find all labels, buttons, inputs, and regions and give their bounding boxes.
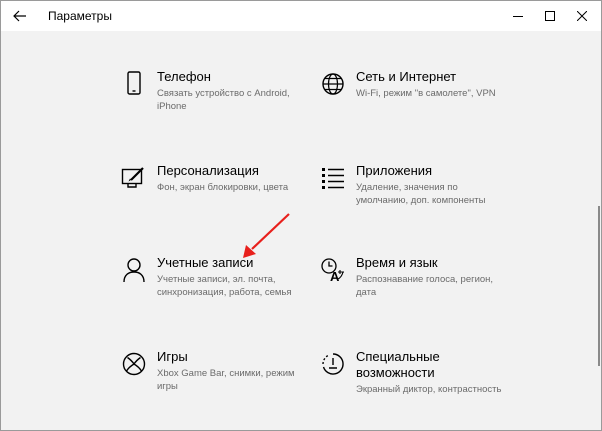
apps-list-icon xyxy=(318,163,348,193)
tile-network[interactable]: Сеть и Интернет Wi-Fi, режим "в самолете… xyxy=(318,69,518,119)
window-title: Параметры xyxy=(48,9,112,23)
tile-description: Учетные записи, эл. почта, синхронизация… xyxy=(157,274,292,298)
tile-apps[interactable]: Приложения Удаление, значения по умолчан… xyxy=(318,163,518,213)
tile-title: Приложения xyxy=(356,163,433,178)
phone-icon xyxy=(119,69,149,99)
tile-description: Связать устройство с Android, iPhone xyxy=(157,88,290,112)
globe-icon xyxy=(318,69,348,99)
title-bar: Параметры xyxy=(1,1,601,31)
tile-description: Экранный диктор, контрастность xyxy=(356,384,502,395)
maximize-button[interactable] xyxy=(535,1,565,31)
tile-accounts[interactable]: Учетные записи Учетные записи, эл. почта… xyxy=(119,255,319,305)
tile-title: Время и язык xyxy=(356,255,438,270)
accessibility-icon xyxy=(318,349,348,379)
arrow-left-icon xyxy=(13,10,27,22)
tile-title: Учетные записи xyxy=(157,255,254,270)
tile-title: Персонализация xyxy=(157,163,259,178)
time-language-icon: A xyxy=(318,255,348,285)
personalization-icon xyxy=(119,163,149,193)
tile-personalization[interactable]: Персонализация Фон, экран блокировки, цв… xyxy=(119,163,319,203)
tile-description: Wi-Fi, режим "в самолете", VPN xyxy=(356,88,496,99)
settings-content: Телефон Связать устройство с Android, iP… xyxy=(1,31,601,430)
tile-title: Телефон xyxy=(157,69,211,84)
xbox-icon xyxy=(119,349,149,379)
tile-title: Сеть и Интернет xyxy=(356,69,457,84)
person-icon xyxy=(119,255,149,285)
minimize-button[interactable] xyxy=(503,1,533,31)
tile-description: Фон, экран блокировки, цвета xyxy=(157,182,289,193)
svg-text:A: A xyxy=(330,269,340,283)
tile-description: Распознавание голоса, регион, дата xyxy=(356,274,494,298)
tile-title: Специальные возможности xyxy=(356,349,440,380)
maximize-icon xyxy=(545,11,555,21)
tile-description: Удаление, значения по умолчанию, доп. ко… xyxy=(356,182,486,206)
tile-accessibility[interactable]: Специальные возможности Экранный диктор,… xyxy=(318,349,518,409)
minimize-icon xyxy=(513,11,523,21)
tile-time-language[interactable]: A Время и язык Распознавание голоса, рег… xyxy=(318,255,518,298)
close-button[interactable] xyxy=(567,1,597,31)
tile-gaming[interactable]: Игры Xbox Game Bar, снимки, режим игры xyxy=(119,349,319,399)
close-icon xyxy=(577,11,587,21)
tile-description: Xbox Game Bar, снимки, режим игры xyxy=(157,368,295,392)
tile-title: Игры xyxy=(157,349,188,364)
vertical-scrollbar[interactable] xyxy=(598,206,600,366)
back-button[interactable] xyxy=(9,5,31,27)
settings-window: Параметры Телефон Связать устройство с A… xyxy=(0,0,602,431)
tile-phone[interactable]: Телефон Связать устройство с Android, iP… xyxy=(119,69,319,119)
